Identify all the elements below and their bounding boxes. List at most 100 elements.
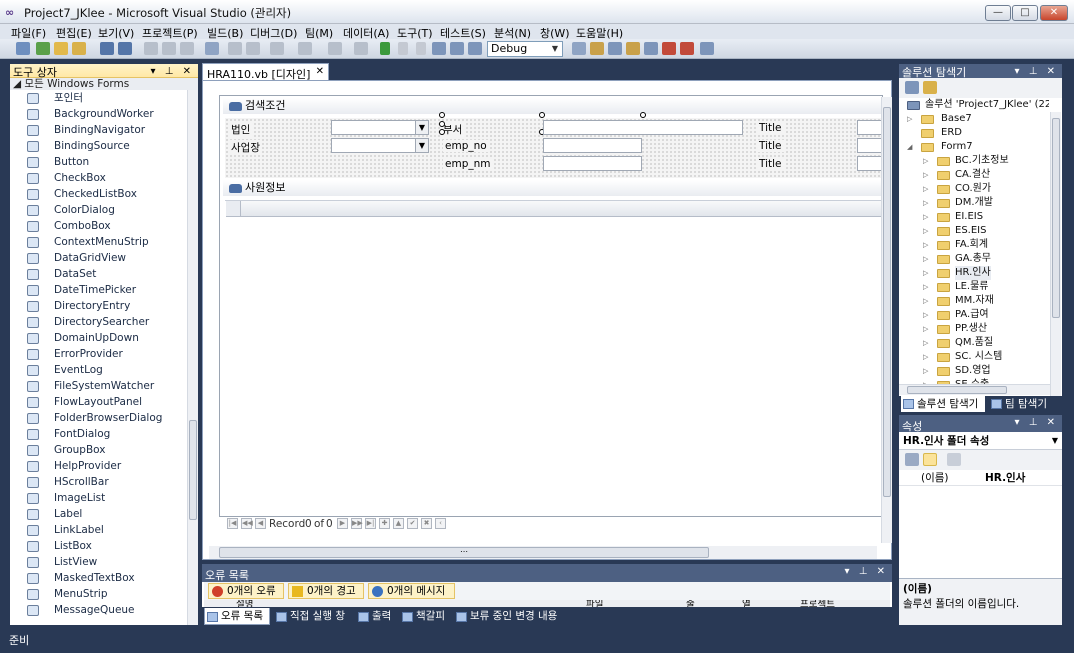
tab-hra110-design[interactable]: HRA110.vb [디자인] ✕ xyxy=(202,63,329,81)
expand-icon[interactable]: ▷ xyxy=(923,350,928,364)
emp-nm-textbox[interactable] xyxy=(543,156,642,171)
toolbox-item[interactable]: MessageQueue xyxy=(10,602,188,618)
expand-icon[interactable]: ▷ xyxy=(923,252,928,266)
solution-vscrollbar[interactable] xyxy=(1050,112,1061,396)
start-debug-icon[interactable] xyxy=(380,42,390,55)
properties-object-select[interactable]: HR.인사 폴더 속성 ▼ xyxy=(899,432,1062,450)
add-item-icon[interactable] xyxy=(36,42,50,55)
uncomment-icon[interactable] xyxy=(246,42,260,55)
designer-hscrollbar[interactable]: ⋯ xyxy=(209,546,877,559)
close-icon[interactable]: ✕ xyxy=(316,66,324,77)
save-icon[interactable] xyxy=(100,42,114,55)
toolbox-item[interactable]: ContextMenuStrip xyxy=(10,234,188,250)
selection-handle[interactable] xyxy=(439,112,445,118)
tab-bookmarks[interactable]: 책갈피 xyxy=(400,608,452,625)
designer-hscroll-thumb[interactable]: ⋯ xyxy=(219,547,709,558)
expand-icon[interactable]: ▷ xyxy=(923,168,928,182)
maximize-button[interactable]: □ xyxy=(1012,5,1038,21)
corp-combo[interactable]: ▼ xyxy=(331,120,429,135)
toolbox-item[interactable]: CheckedListBox xyxy=(10,186,188,202)
expand-icon[interactable]: ▷ xyxy=(923,224,928,238)
stop-icon[interactable] xyxy=(416,42,426,55)
designer-vscroll-thumb[interactable] xyxy=(883,107,891,497)
tab-solution-explorer[interactable]: 솔루션 탐색기 xyxy=(901,396,985,412)
expand-icon[interactable]: ▷ xyxy=(923,238,928,252)
toolbox-item[interactable]: FolderBrowserDialog xyxy=(10,410,188,426)
toolbox-item[interactable]: FileSystemWatcher xyxy=(10,378,188,394)
property-row[interactable]: (이름) HR.인사 xyxy=(899,471,1062,486)
selection-handle[interactable] xyxy=(640,112,646,118)
pause-icon[interactable] xyxy=(398,42,408,55)
new-project-icon[interactable] xyxy=(16,42,30,55)
dept-textbox[interactable] xyxy=(543,120,743,135)
command-window-icon[interactable] xyxy=(700,42,714,55)
grid-corner-cell[interactable] xyxy=(226,201,241,216)
close-button[interactable]: ✕ xyxy=(1040,5,1068,21)
expand-icon[interactable]: ▷ xyxy=(923,280,928,294)
toolbox-scrollbar[interactable] xyxy=(187,90,198,625)
toolbox-item[interactable]: ErrorProvider xyxy=(10,346,188,362)
messages-toggle[interactable]: 0개의 메시지 xyxy=(368,583,455,599)
collapse-icon[interactable]: ◢ xyxy=(907,140,912,154)
toolbox-item[interactable]: ComboBox xyxy=(10,218,188,234)
step-over-icon[interactable] xyxy=(450,42,464,55)
toolbox-item[interactable]: ImageList xyxy=(10,490,188,506)
show-all-files-icon[interactable] xyxy=(923,81,937,94)
expand-icon[interactable]: ▷ xyxy=(923,266,928,280)
tab-team-explorer[interactable]: 팀 탐색기 xyxy=(989,396,1059,412)
toolbox-item[interactable]: GroupBox xyxy=(10,442,188,458)
toolbox-item[interactable]: DataSet xyxy=(10,266,188,282)
toolbox-item[interactable]: ListView xyxy=(10,554,188,570)
paste-icon[interactable] xyxy=(180,42,194,55)
move-previous-page-icon[interactable]: ◀◀ xyxy=(241,518,253,529)
team-icon[interactable] xyxy=(680,42,694,55)
pane-controls[interactable]: ▾ ⊥ ✕ xyxy=(151,66,194,77)
solution-hscroll-thumb[interactable] xyxy=(907,386,1007,394)
toolbox-title-bar[interactable]: 도구 상자 ▾ ⊥ ✕ xyxy=(10,64,198,79)
solution-hscrollbar[interactable] xyxy=(899,384,1050,395)
cut-icon[interactable] xyxy=(144,42,158,55)
record-position[interactable]: 0 xyxy=(305,516,312,532)
expand-icon[interactable]: ▷ xyxy=(923,196,928,210)
properties-icon[interactable] xyxy=(905,81,919,94)
step-out-icon[interactable] xyxy=(468,42,482,55)
designer-vscrollbar[interactable] xyxy=(881,97,892,543)
emp-no-textbox[interactable] xyxy=(543,138,642,153)
step-into-icon[interactable] xyxy=(432,42,446,55)
move-next-icon[interactable]: ▶ xyxy=(337,518,348,529)
copy-icon[interactable] xyxy=(162,42,176,55)
selection-handle[interactable] xyxy=(539,112,545,118)
toolbox-item[interactable]: HScrollBar xyxy=(10,474,188,490)
site-combo[interactable]: ▼ xyxy=(331,138,429,153)
delete-icon[interactable]: ✖ xyxy=(421,518,432,529)
navigate-backward-icon[interactable] xyxy=(328,42,342,55)
pane-controls[interactable]: ▾ ⊥ ✕ xyxy=(845,566,888,577)
expand-icon[interactable]: ▷ xyxy=(923,294,928,308)
properties-title-bar[interactable]: 속성 ▾ ⊥ ✕ xyxy=(899,415,1062,433)
pane-controls[interactable]: ▾ ⊥ ✕ xyxy=(1015,66,1058,77)
solution-explorer-title-bar[interactable]: 솔루션 탐색기 ▾ ⊥ ✕ xyxy=(899,64,1062,79)
toolbox-item[interactable]: HelpProvider xyxy=(10,458,188,474)
object-browser-icon[interactable] xyxy=(626,42,640,55)
toolbox-section-header[interactable]: ◢ 모든 Windows Forms xyxy=(10,78,198,90)
move-left-icon[interactable]: ‹ xyxy=(435,518,446,529)
toolbox-item[interactable]: DirectoryEntry xyxy=(10,298,188,314)
toolbox-item[interactable]: DirectorySearcher xyxy=(10,314,188,330)
redo-icon[interactable] xyxy=(298,42,312,55)
properties-window-icon[interactable] xyxy=(608,42,622,55)
warnings-toggle[interactable]: 0개의 경고 xyxy=(288,583,364,599)
selection-handle[interactable] xyxy=(439,129,445,135)
toolbox-item[interactable]: FlowLayoutPanel xyxy=(10,394,188,410)
alphabetical-icon[interactable] xyxy=(923,453,937,466)
toolbox-item[interactable]: DataGridView xyxy=(10,250,188,266)
selection-handle[interactable] xyxy=(439,121,445,127)
navigate-forward-icon[interactable] xyxy=(354,42,368,55)
toolbox-item[interactable]: MaskedTextBox xyxy=(10,570,188,586)
toolbox-item[interactable]: Button xyxy=(10,154,188,170)
move-up-icon[interactable]: ▲ xyxy=(393,518,404,529)
toolbox-item[interactable]: DateTimePicker xyxy=(10,282,188,298)
tab-pending-changes[interactable]: 보류 중인 변경 내용 xyxy=(454,608,574,625)
tab-output[interactable]: 출력 xyxy=(356,608,398,625)
toolbox-item[interactable]: BindingNavigator xyxy=(10,122,188,138)
tab-error-list[interactable]: 오류 목록 xyxy=(204,608,270,625)
